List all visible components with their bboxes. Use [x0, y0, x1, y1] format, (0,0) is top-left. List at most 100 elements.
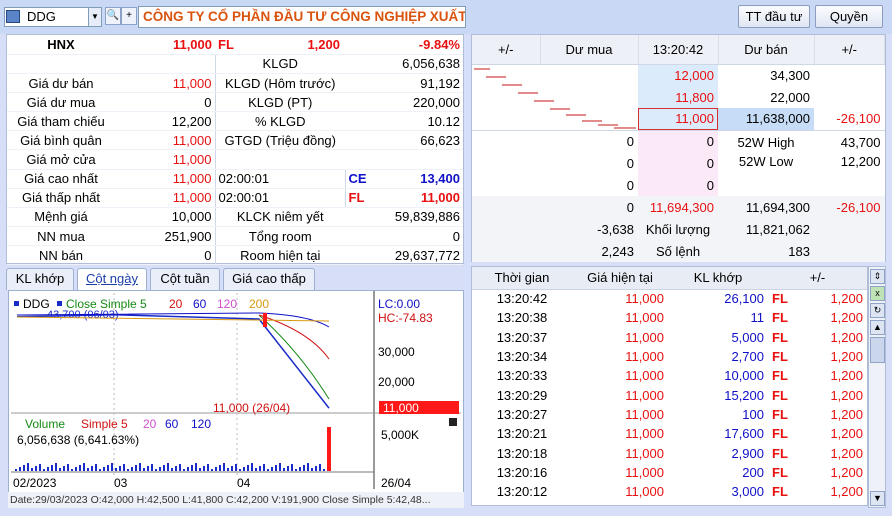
chevron-down-icon[interactable]: ▼	[88, 8, 101, 26]
exchange-label: HNX	[7, 35, 115, 55]
volume-p3: 120	[191, 417, 211, 431]
trade-row[interactable]: 13:20:42 11,000 26,100 FL 1,200	[472, 289, 867, 308]
trade-volume: 10,000	[724, 368, 764, 384]
volume-bar	[175, 466, 177, 471]
trade-change: 1,200	[830, 368, 863, 384]
info-value: 10.12	[345, 111, 463, 131]
volume-bar	[323, 469, 325, 471]
ask-volume: 11,638,000	[718, 108, 814, 130]
listed-label: KLCK niêm yết	[215, 207, 345, 227]
volume-bar	[115, 468, 117, 471]
tab-daily[interactable]: Cột ngày	[77, 268, 147, 290]
volume-bar	[199, 468, 201, 471]
trade-price: 11,000	[625, 426, 664, 442]
ask-volume: 22,000	[770, 89, 810, 105]
trade-price: 11,000	[625, 387, 664, 403]
room-now-value: 29,637,772	[345, 245, 463, 265]
trade-row[interactable]: 13:20:38 11,000 11 FL 1,200	[472, 308, 867, 327]
last-candle	[263, 313, 267, 327]
volume-p2: 60	[165, 417, 179, 431]
trade-change: 1,200	[830, 387, 863, 403]
volume-bar	[135, 465, 137, 471]
pin-icon[interactable]: ⇕	[870, 269, 885, 284]
invest-info-button[interactable]: TT đầu tư	[738, 5, 810, 28]
trade-time: 13:20:18	[496, 445, 548, 461]
trade-row[interactable]: 13:20:34 11,000 2,700 FL 1,200	[472, 347, 867, 366]
volume-bar	[303, 465, 305, 471]
ask-change	[814, 64, 885, 86]
column-header: Thời gian	[472, 267, 572, 290]
volume-bar	[107, 465, 109, 471]
volume-bar	[143, 468, 145, 471]
trade-price: 11,000	[625, 445, 664, 461]
trade-volume: 11	[750, 310, 765, 326]
scroll-down-icon[interactable]: ▼	[870, 491, 885, 506]
excel-icon[interactable]: x	[870, 286, 885, 301]
volume-bar	[59, 468, 61, 471]
trade-flag: FL	[772, 484, 788, 500]
trade-row[interactable]: 13:20:27 11,000 100 FL 1,200	[472, 405, 867, 424]
ceiling-label: CE	[345, 169, 375, 189]
trade-row[interactable]: 13:20:29 11,000 15,200 FL 1,200	[472, 385, 867, 404]
last-volume-bar	[327, 427, 331, 471]
search-icon[interactable]: 🔍	[105, 7, 121, 25]
legend-p4: 200	[249, 297, 269, 311]
trade-time: 13:20:16	[496, 464, 548, 480]
volume-bar	[23, 465, 25, 471]
volume-bar	[311, 468, 313, 471]
column-header: KL khớp	[668, 267, 768, 290]
volume-bar	[207, 464, 209, 471]
volume-bar	[55, 463, 57, 471]
trade-change: 1,200	[830, 291, 863, 307]
trade-row[interactable]: 13:20:12 11,000 3,000 FL 1,200	[472, 482, 867, 501]
x-tick: 03	[114, 476, 128, 490]
trade-row[interactable]: 13:20:16 11,000 200 FL 1,200	[472, 463, 867, 482]
volume-bar	[79, 465, 81, 471]
volume-bar	[187, 467, 189, 471]
tab-weekly[interactable]: Cột tuần	[150, 268, 220, 290]
volume-bar	[279, 463, 281, 471]
trade-row[interactable]: 13:20:37 11,000 5,000 FL 1,200	[472, 328, 867, 347]
volume-bar	[231, 466, 233, 471]
volume-bar	[111, 463, 113, 471]
scroll-up-icon[interactable]: ▲	[870, 320, 885, 335]
volume-bar	[171, 468, 173, 471]
info-label: Giá bình quân	[7, 130, 115, 150]
price-lines	[16, 312, 330, 409]
ask-change	[814, 86, 885, 108]
trade-volume: 2,700	[731, 349, 764, 365]
depth-steps	[474, 68, 636, 129]
column-header: +/-	[814, 35, 885, 65]
add-watch-icon[interactable]: +	[121, 7, 137, 25]
trade-price: 11,000	[625, 406, 664, 422]
trade-volume: 26,100	[724, 291, 764, 307]
volume-bar	[83, 463, 85, 471]
volume-bar	[243, 467, 245, 471]
volume-bar	[119, 466, 121, 471]
legend-p1: 20	[169, 297, 183, 311]
last-price-tag: 11,000	[383, 401, 419, 415]
volume-bar	[91, 466, 93, 471]
trade-list[interactable]: Thời gian Giá hiện tại KL khớp +/- 13:20…	[471, 266, 868, 506]
trade-volume: 200	[742, 464, 764, 480]
trade-flag: FL	[772, 426, 788, 442]
volume-bar	[35, 466, 37, 471]
info-value: 12,200	[115, 111, 216, 131]
trade-list-scrollbar[interactable]: ⇕ x ↻ ▲ ▼	[868, 266, 886, 508]
trade-volume: 100	[742, 406, 764, 422]
tab-matched-volume[interactable]: KL khớp	[6, 268, 74, 290]
refresh-icon[interactable]: ↻	[870, 303, 885, 318]
volume-bar	[191, 465, 193, 471]
chart-tabs: KL khớp Cột ngày Cột tuần Giá cao thấp	[6, 268, 464, 290]
volume-bar	[291, 464, 293, 471]
tab-high-low[interactable]: Giá cao thấp	[223, 268, 315, 290]
trade-row[interactable]: 13:20:18 11,000 2,900 FL 1,200	[472, 443, 867, 462]
rights-button[interactable]: Quyền	[815, 5, 883, 28]
room-label: Tổng room	[215, 226, 345, 246]
price-chart[interactable]: DDG Close Simple 5 20 60 120 200 LC:0.00…	[8, 290, 464, 506]
trade-row[interactable]: 13:20:33 11,000 10,000 FL 1,200	[472, 366, 867, 385]
trade-flag: FL	[772, 329, 788, 345]
volume-bar	[263, 464, 265, 471]
trade-row[interactable]: 13:20:21 11,000 17,600 FL 1,200	[472, 424, 867, 443]
scroll-thumb[interactable]	[870, 337, 885, 363]
